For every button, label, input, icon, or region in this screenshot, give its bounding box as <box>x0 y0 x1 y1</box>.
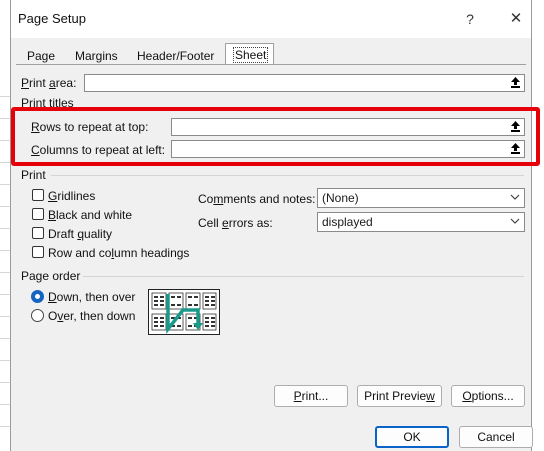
print-preview-button[interactable]: Print Preview <box>357 385 442 407</box>
tab-sheet-label: Sheet <box>233 47 269 63</box>
sheet-gridline <box>0 140 10 141</box>
close-button[interactable]: ✕ <box>505 8 527 30</box>
chevron-down-icon <box>510 194 520 200</box>
draft-quality-checkbox[interactable] <box>32 227 44 239</box>
sheet-gridline <box>0 228 10 229</box>
sheet-gridline <box>0 118 10 119</box>
cancel-button[interactable]: Cancel <box>459 426 533 448</box>
sheet-gridline <box>0 316 10 317</box>
gridlines-checkbox[interactable] <box>32 189 44 201</box>
down-then-over-label: Down, then over <box>48 290 136 304</box>
help-button[interactable]: ? <box>459 8 481 30</box>
sheet-gridline <box>0 184 10 185</box>
print-button[interactable]: Print... <box>274 385 348 407</box>
sheet-gridline <box>0 250 10 251</box>
sheet-gridline <box>0 294 10 295</box>
gridlines-label: Gridlines <box>48 189 96 203</box>
sheet-gridline <box>0 382 10 383</box>
black-and-white-checkbox[interactable] <box>32 208 44 220</box>
tab-margins[interactable]: Margins <box>68 47 125 65</box>
sheet-gridline <box>0 426 10 427</box>
page-order-preview-image <box>148 289 220 335</box>
draft-quality-label: Draft quality <box>48 227 113 241</box>
black-and-white-label: Black and white <box>48 208 133 222</box>
comments-notes-value: (None) <box>322 191 359 205</box>
title-bar: Page Setup ? ✕ <box>11 0 531 38</box>
cell-errors-value: displayed <box>322 215 373 229</box>
print-titles-highlight-box <box>11 107 540 166</box>
page-order-diagram-icon <box>151 292 217 335</box>
comments-notes-label: Comments and notes: <box>198 192 316 206</box>
down-then-over-radio[interactable] <box>31 290 44 303</box>
sheet-gridline <box>0 96 10 97</box>
sheet-gridline <box>0 404 10 405</box>
chevron-down-icon <box>510 218 520 224</box>
sheet-gridline <box>0 162 10 163</box>
page-order-divider <box>83 276 524 277</box>
ok-button[interactable]: OK <box>375 426 449 448</box>
collapse-arrow-icon <box>511 77 520 88</box>
dialog-title: Page Setup <box>18 11 86 26</box>
over-then-down-radio[interactable] <box>31 309 44 322</box>
sheet-gridline <box>0 360 10 361</box>
background-sheet-right <box>532 0 544 451</box>
cell-errors-select[interactable]: displayed <box>317 212 525 232</box>
page-order-heading: Page order <box>21 269 81 283</box>
sheet-gridline <box>0 338 10 339</box>
print-area-label: Print area: <box>21 76 77 90</box>
print-area-collapse-button[interactable] <box>507 75 524 91</box>
print-section-heading: Print <box>21 168 46 182</box>
tab-page[interactable]: Page <box>20 47 62 65</box>
background-sheet-left <box>0 0 10 451</box>
row-column-headings-checkbox[interactable] <box>32 246 44 258</box>
cell-errors-label: Cell errors as: <box>198 216 273 230</box>
tab-sheet[interactable]: Sheet <box>225 43 274 65</box>
options-button[interactable]: Options... <box>451 385 525 407</box>
print-area-input[interactable] <box>84 74 525 92</box>
comments-notes-select[interactable]: (None) <box>317 188 525 208</box>
sheet-gridline <box>0 272 10 273</box>
over-then-down-label: Over, then down <box>48 309 136 323</box>
page-setup-dialog: Page Setup ? ✕ Page Margins Header/Foote… <box>10 0 533 451</box>
tab-header-footer[interactable]: Header/Footer <box>130 47 221 65</box>
print-section-divider <box>51 175 524 176</box>
row-column-headings-label: Row and column headings <box>48 246 190 260</box>
sheet-gridline <box>0 206 10 207</box>
